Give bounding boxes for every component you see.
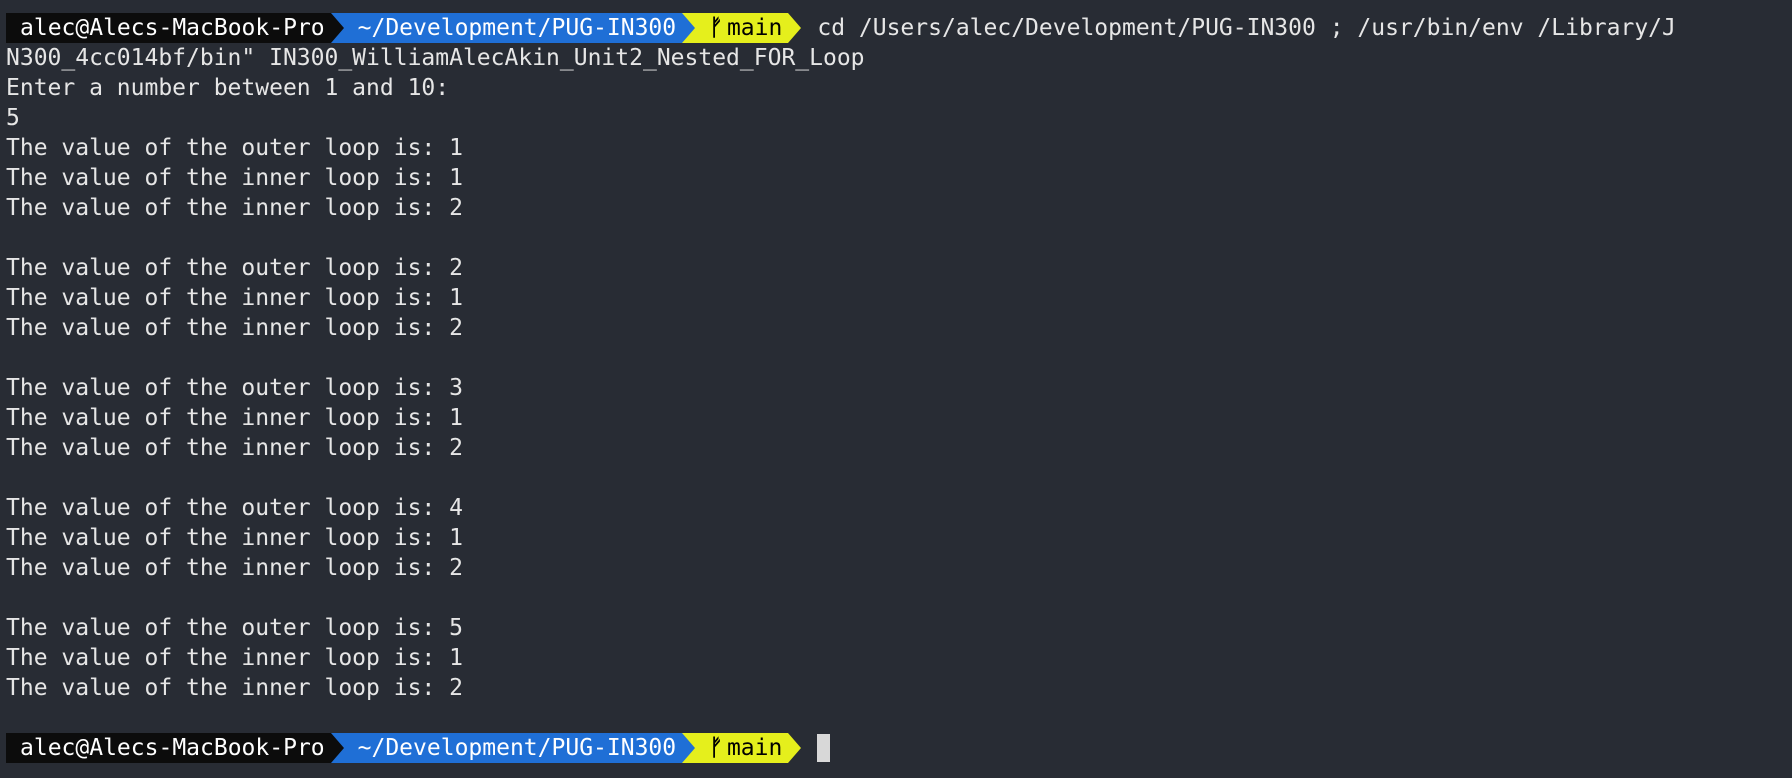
output-block: The value of the outer loop is: 3 The va… xyxy=(6,373,1786,463)
git-branch-icon: ᚠ xyxy=(709,15,723,41)
output-line-outer: The value of the outer loop is: 3 xyxy=(6,375,463,401)
output-line-inner: The value of the inner loop is: 1 xyxy=(6,285,463,311)
prompt-separator-arrow xyxy=(682,13,696,43)
prompt-user-host: alec@Alecs-MacBook-Pro xyxy=(6,733,331,763)
output-line-inner: The value of the inner loop is: 2 xyxy=(6,555,463,581)
shell-prompt: alec@Alecs-MacBook-Pro ~/Development/PUG… xyxy=(6,13,1786,43)
prompt-branch: main xyxy=(726,15,783,41)
input-prompt-text: Enter a number between 1 and 10: xyxy=(6,75,450,101)
prompt-separator-arrow xyxy=(788,13,802,43)
output-line-inner: The value of the inner loop is: 2 xyxy=(6,675,463,701)
output-line-inner: The value of the inner loop is: 1 xyxy=(6,525,463,551)
output-block: The value of the outer loop is: 1 The va… xyxy=(6,133,1786,223)
output-line-inner: The value of the inner loop is: 2 xyxy=(6,195,463,221)
prompt-separator-arrow xyxy=(682,733,696,763)
output-line-inner: The value of the inner loop is: 1 xyxy=(6,165,463,191)
output-line-inner: The value of the inner loop is: 1 xyxy=(6,405,463,431)
prompt-path: ~/Development/PUG-IN300 xyxy=(343,733,683,763)
user-input-value: 5 xyxy=(6,105,20,131)
prompt-user-host: alec@Alecs-MacBook-Pro xyxy=(6,13,331,43)
prompt-git-segment: ᚠ main xyxy=(695,733,789,763)
prompt-separator-arrow xyxy=(788,733,802,763)
output-line-outer: The value of the outer loop is: 5 xyxy=(6,615,463,641)
command-text: cd /Users/alec/Development/PUG-IN300 ; /… xyxy=(817,15,1676,41)
terminal-window[interactable]: alec@Alecs-MacBook-Pro ~/Development/PUG… xyxy=(6,13,1786,763)
output-line-inner: The value of the inner loop is: 2 xyxy=(6,315,463,341)
output-block: The value of the outer loop is: 4 The va… xyxy=(6,493,1786,583)
prompt-separator-arrow xyxy=(330,733,344,763)
git-branch-icon: ᚠ xyxy=(709,735,723,761)
prompt-branch: main xyxy=(726,735,783,761)
output-line-inner: The value of the inner loop is: 1 xyxy=(6,645,463,671)
command-text-continued: N300_4cc014bf/bin" IN300_WilliamAlecAkin… xyxy=(6,45,865,71)
output-block: The value of the outer loop is: 2 The va… xyxy=(6,253,1786,343)
output-line-outer: The value of the outer loop is: 1 xyxy=(6,135,463,161)
text-cursor[interactable] xyxy=(817,734,831,762)
output-line-outer: The value of the outer loop is: 4 xyxy=(6,495,463,521)
prompt-git-segment: ᚠ main xyxy=(695,13,789,43)
prompt-separator-arrow xyxy=(330,13,344,43)
output-line-inner: The value of the inner loop is: 2 xyxy=(6,435,463,461)
shell-prompt-current[interactable]: alec@Alecs-MacBook-Pro ~/Development/PUG… xyxy=(6,733,1786,763)
output-block: The value of the outer loop is: 5 The va… xyxy=(6,613,1786,703)
output-line-outer: The value of the outer loop is: 2 xyxy=(6,255,463,281)
prompt-path: ~/Development/PUG-IN300 xyxy=(343,13,683,43)
